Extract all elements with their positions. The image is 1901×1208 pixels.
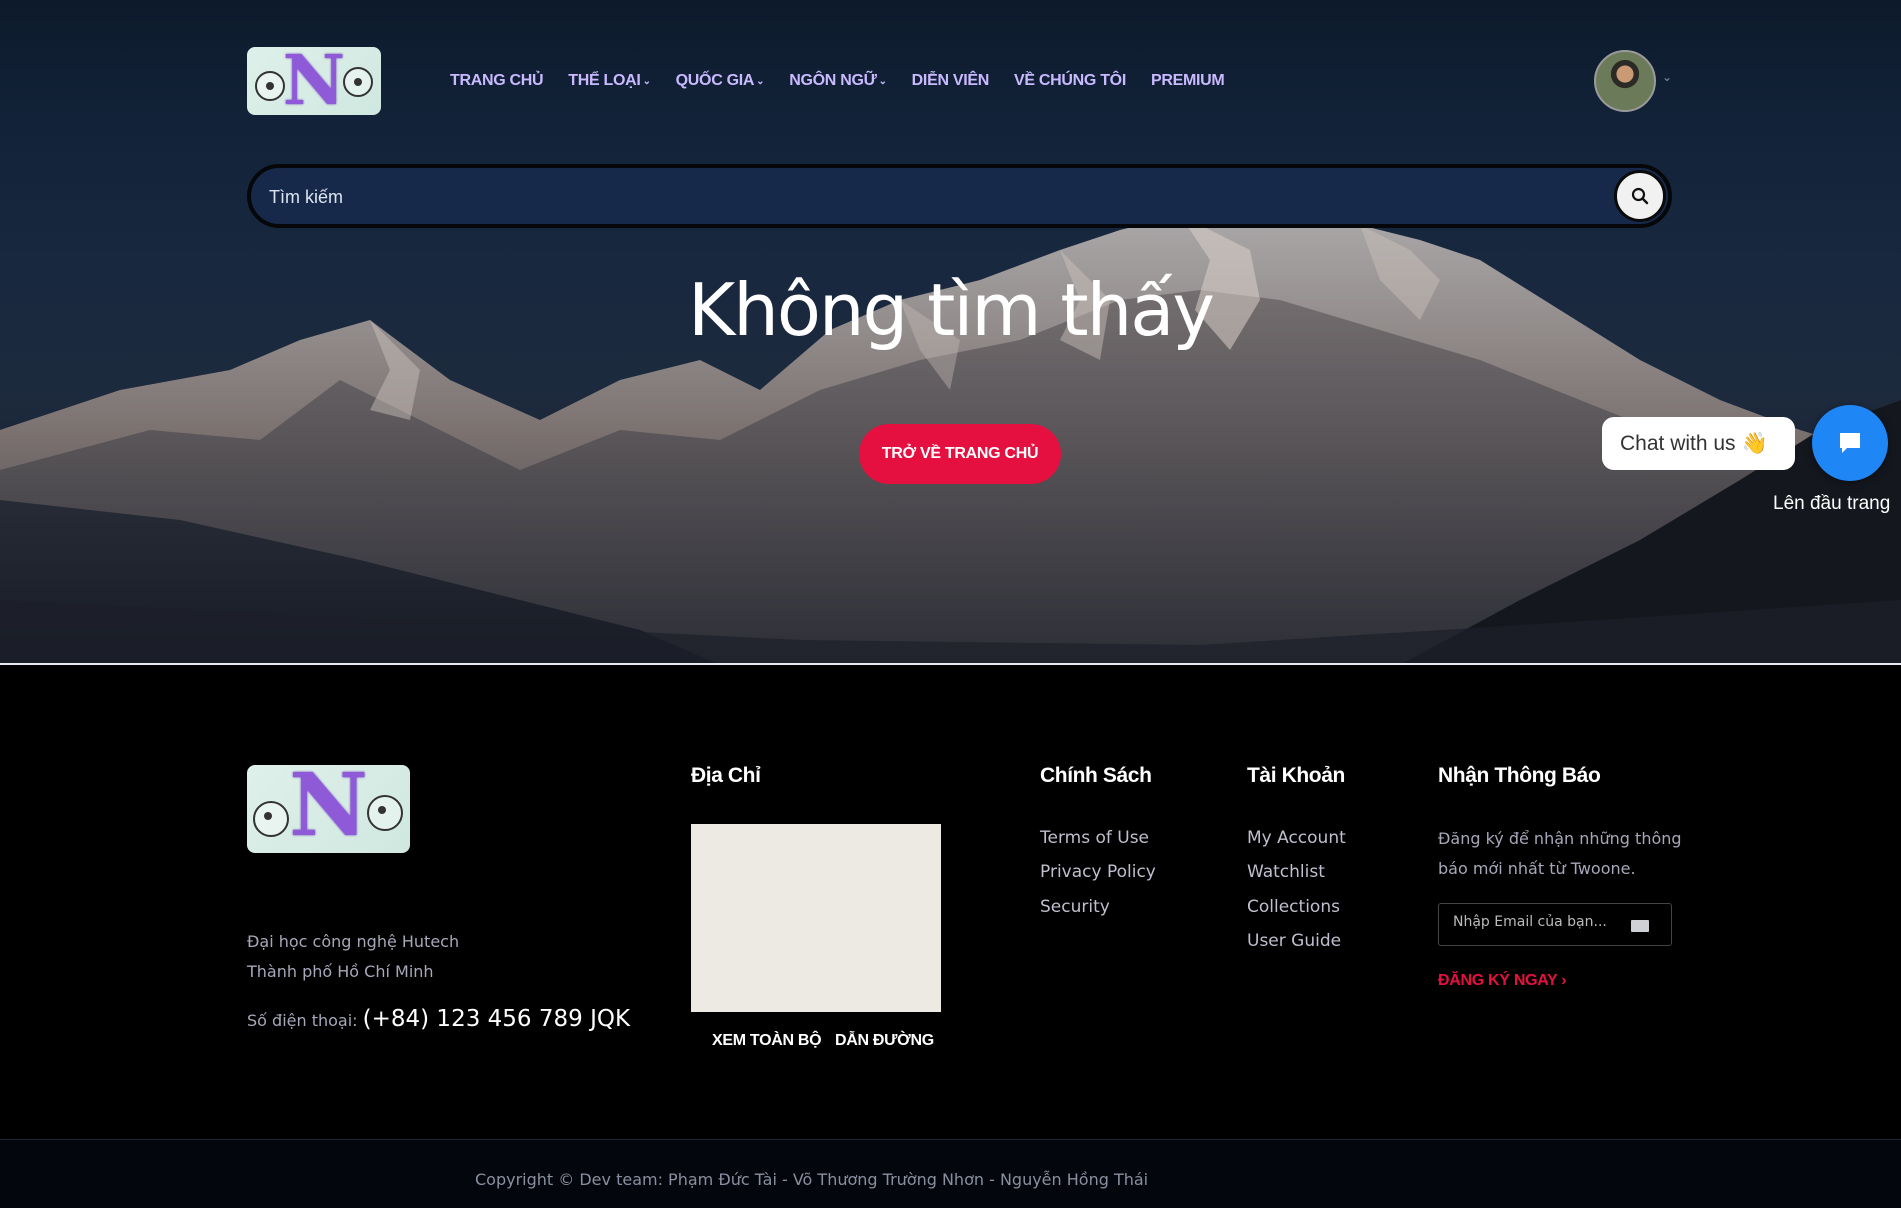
nav-label: NGÔN NGỮ bbox=[789, 72, 877, 89]
chat-icon bbox=[1840, 433, 1860, 453]
address-line: Thành phố Hồ Chí Minh bbox=[247, 962, 434, 981]
map-embed[interactable] bbox=[691, 824, 941, 1012]
account-title: Tài Khoản bbox=[1247, 764, 1345, 787]
nav-label: PREMIUM bbox=[1150, 72, 1225, 89]
wave-icon: 👋 bbox=[1741, 431, 1768, 455]
nav-label: DIỄN VIÊN bbox=[911, 72, 990, 89]
chevron-down-icon: ⌄ bbox=[642, 75, 651, 87]
policy-title: Chính Sách bbox=[1040, 764, 1152, 787]
search-button[interactable] bbox=[1614, 170, 1666, 222]
nav-item-premium[interactable]: PREMIUM bbox=[1150, 72, 1225, 90]
nav-item-about[interactable]: VỀ CHÚNG TÔI bbox=[1014, 72, 1126, 90]
chevron-down-icon[interactable]: ⌄ bbox=[1662, 70, 1672, 84]
copyright-text: Copyright © Dev team: Phạm Đức Tài - Võ … bbox=[475, 1170, 1149, 1189]
address-line: Đại học công nghệ Hutech bbox=[247, 932, 460, 951]
back-home-button[interactable]: TRỞ VỀ TRANG CHỦ bbox=[859, 424, 1061, 484]
security-link[interactable]: Security bbox=[1040, 897, 1110, 917]
collections-link[interactable]: Collections bbox=[1247, 897, 1340, 917]
nav-item-home[interactable]: TRANG CHỦ bbox=[450, 72, 544, 90]
address-title: Địa Chỉ bbox=[691, 764, 761, 787]
back-to-top-link[interactable]: Lên đầu trang bbox=[1773, 493, 1890, 515]
nav-label: THỂ LOẠI bbox=[568, 72, 641, 89]
email-field[interactable] bbox=[1453, 914, 1633, 930]
phone-label: Số điện thoại: bbox=[247, 1011, 358, 1030]
nav-item-country[interactable]: QUỐC GIA ⌄ bbox=[676, 72, 765, 90]
site-logo[interactable]: N bbox=[247, 47, 381, 115]
email-field-wrapper bbox=[1438, 903, 1672, 946]
nav-item-genre[interactable]: THỂ LOẠI ⌄ bbox=[568, 72, 651, 90]
terms-link[interactable]: Terms of Use bbox=[1040, 828, 1149, 848]
chevron-down-icon: ⌄ bbox=[756, 75, 765, 87]
logo-letter: N bbox=[289, 765, 368, 853]
hero-section: N TRANG CHỦ THỂ LOẠI ⌄ QUỐC GIA ⌄ NGÔN NGỮ… bbox=[0, 0, 1901, 665]
subscribe-button[interactable]: ĐĂNG KÝ NGAY › bbox=[1438, 972, 1567, 990]
copyright-bar: Copyright © Dev team: Phạm Đức Tài - Võ … bbox=[0, 1139, 1901, 1208]
footer-address: Đại học công nghệ Hutech Thành phố Hồ Ch… bbox=[247, 927, 459, 987]
chevron-right-icon: › bbox=[1561, 972, 1567, 989]
chat-button[interactable] bbox=[1812, 405, 1888, 481]
logo-letter: N bbox=[282, 47, 346, 115]
footer-logo[interactable]: N bbox=[247, 765, 410, 853]
chat-bubble[interactable]: Chat with us 👋 bbox=[1602, 417, 1795, 470]
chat-bubble-text: Chat with us bbox=[1620, 431, 1736, 455]
view-full-map-link[interactable]: XEM TOÀN BỘ bbox=[712, 1032, 822, 1050]
footer bbox=[0, 665, 1901, 1139]
newsletter-title: Nhận Thông Báo bbox=[1438, 764, 1601, 787]
phone-number: (+84) 123 456 789 JQK bbox=[362, 1006, 631, 1032]
nav-item-language[interactable]: NGÔN NGỮ ⌄ bbox=[789, 72, 887, 90]
user-guide-link[interactable]: User Guide bbox=[1247, 931, 1341, 951]
search-input[interactable] bbox=[269, 180, 1519, 214]
watchlist-link[interactable]: Watchlist bbox=[1247, 862, 1325, 882]
newsletter-line: Đăng ký để nhận những thông bbox=[1438, 829, 1682, 848]
nav-label: QUỐC GIA bbox=[675, 72, 755, 89]
subscribe-label: ĐĂNG KÝ NGAY bbox=[1438, 972, 1558, 989]
nav-label: TRANG CHỦ bbox=[450, 72, 544, 89]
nav-label: VỀ CHÚNG TÔI bbox=[1014, 72, 1126, 89]
page-title: Không tìm thấy bbox=[688, 268, 1215, 352]
my-account-link[interactable]: My Account bbox=[1247, 828, 1346, 848]
newsletter-line: báo mới nhất từ Twoone. bbox=[1438, 859, 1636, 878]
chevron-down-icon: ⌄ bbox=[878, 75, 887, 87]
user-avatar[interactable] bbox=[1594, 50, 1656, 112]
main-nav: TRANG CHỦ THỂ LOẠI ⌄ QUỐC GIA ⌄ NGÔN NGỮ ⌄ … bbox=[450, 72, 1249, 90]
newsletter-text: Đăng ký để nhận những thông báo mới nhất… bbox=[1438, 824, 1682, 884]
footer-phone: Số điện thoại: (+84) 123 456 789 JQK bbox=[247, 1006, 630, 1032]
search-icon bbox=[1631, 187, 1649, 205]
directions-link[interactable]: DẪN ĐƯỜNG bbox=[835, 1032, 934, 1050]
privacy-link[interactable]: Privacy Policy bbox=[1040, 862, 1156, 882]
keyboard-icon bbox=[1631, 920, 1649, 932]
search-bar bbox=[247, 164, 1672, 228]
nav-item-actors[interactable]: DIỄN VIÊN bbox=[911, 72, 990, 90]
